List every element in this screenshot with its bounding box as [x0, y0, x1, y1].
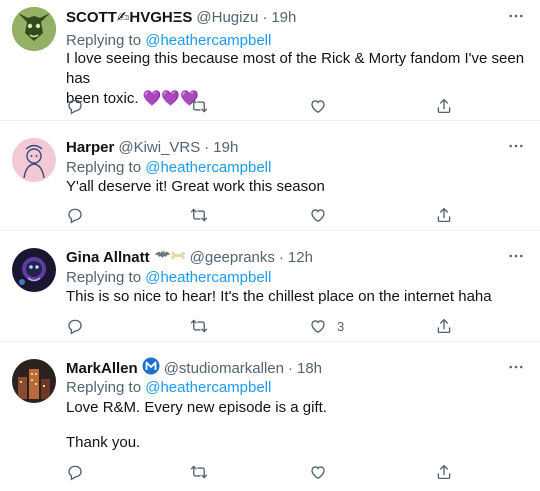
- tweet-text-line: Love R&M. Every new episode is a gift.: [66, 399, 327, 416]
- reply-button[interactable]: [66, 96, 84, 116]
- tweet-reply[interactable]: Gina Allnatt @geepranks · 12h Replying t…: [0, 231, 540, 342]
- tweet-text: Y'all deserve it! Great work this season: [66, 177, 526, 197]
- handle[interactable]: @studiomarkallen: [164, 359, 284, 379]
- handle[interactable]: @Hugizu: [196, 8, 258, 28]
- tweet-text: This is so nice to hear! It's the chille…: [66, 287, 526, 307]
- green-creature-avatar: [12, 7, 56, 51]
- share-button[interactable]: [435, 462, 453, 482]
- like-button[interactable]: [309, 205, 337, 225]
- more-icon[interactable]: [506, 246, 526, 266]
- timestamp[interactable]: 12h: [288, 248, 313, 268]
- tweet-text-line: I love seeing this because most of the R…: [66, 50, 525, 87]
- replying-to-label: Replying to: [66, 32, 146, 49]
- avatar[interactable]: [12, 138, 56, 182]
- replying-to: Replying to @heathercampbell: [66, 268, 271, 288]
- pink-sketch-avatar: [12, 138, 56, 182]
- reply-button[interactable]: [66, 462, 84, 482]
- share-icon: [437, 207, 451, 223]
- like-icon: [311, 209, 325, 223]
- display-name[interactable]: Harper: [66, 138, 114, 158]
- display-name[interactable]: Gina Allnatt: [66, 248, 150, 268]
- timestamp[interactable]: 19h: [271, 8, 296, 28]
- dark-purple-avatar: [12, 248, 56, 292]
- share-icon: [437, 98, 451, 114]
- tweet-text-line: Thank you.: [66, 434, 141, 451]
- reply-icon: [68, 465, 82, 481]
- separator-dot: ·: [278, 249, 284, 266]
- reply-icon: [68, 319, 82, 335]
- retweet-button[interactable]: [190, 462, 208, 482]
- replying-to-label: Replying to: [66, 379, 146, 396]
- tweet-actions: [66, 96, 451, 116]
- tweet-actions: [66, 205, 451, 225]
- replying-to: Replying to @heathercampbell: [66, 378, 271, 398]
- share-button[interactable]: [435, 96, 453, 116]
- timestamp[interactable]: 19h: [213, 138, 238, 158]
- avatar[interactable]: [12, 359, 56, 403]
- tweet-actions: 3: [66, 316, 451, 336]
- handle[interactable]: @Kiwi_VRS: [118, 138, 200, 158]
- retweet-icon: [190, 208, 208, 222]
- dark-city-avatar: [12, 359, 56, 403]
- display-name[interactable]: SCOTT✍HVGHΞS: [66, 8, 192, 28]
- share-icon: [437, 318, 451, 334]
- handle[interactable]: @geepranks: [190, 248, 275, 268]
- separator-dot: ·: [204, 139, 210, 156]
- retweet-icon: [190, 319, 208, 333]
- tweet-actions: [66, 462, 451, 482]
- retweet-icon: [190, 465, 208, 479]
- mention-link[interactable]: @heathercampbell: [145, 32, 271, 49]
- like-button[interactable]: 3: [309, 316, 344, 336]
- replying-to-label: Replying to: [66, 159, 146, 176]
- tweet-reply[interactable]: SCOTT✍HVGHΞS @Hugizu · 19h Replying to @…: [0, 0, 540, 121]
- replying-to: Replying to @heathercampbell: [66, 31, 271, 51]
- share-button[interactable]: [435, 316, 453, 336]
- tweet-text-line: This is so nice to hear! It's the chille…: [66, 288, 492, 305]
- separator-dot: ·: [287, 360, 293, 377]
- mention-link[interactable]: @heathercampbell: [145, 269, 271, 286]
- like-count: 3: [337, 318, 345, 334]
- bat-bone-emoji-icon: [154, 248, 186, 268]
- retweet-icon: [190, 99, 208, 113]
- reply-button[interactable]: [66, 205, 84, 225]
- tweet-text-line: Y'all deserve it! Great work this season: [66, 178, 325, 195]
- display-name[interactable]: MarkAllen: [66, 359, 138, 379]
- retweet-button[interactable]: [190, 205, 208, 225]
- avatar[interactable]: [12, 7, 56, 51]
- separator-dot: ·: [262, 9, 268, 26]
- like-icon: [311, 100, 325, 114]
- reply-icon: [68, 99, 82, 115]
- more-icon[interactable]: [506, 136, 526, 156]
- tweet-reply[interactable]: Harper @Kiwi_VRS · 19h Replying to @heat…: [0, 121, 540, 231]
- like-button[interactable]: [309, 96, 337, 116]
- like-icon: [311, 466, 325, 480]
- avatar[interactable]: [12, 248, 56, 292]
- tweet-text: Love R&M. Every new episode is a gift. T…: [66, 398, 526, 453]
- share-button[interactable]: [435, 205, 453, 225]
- retweet-button[interactable]: [190, 316, 208, 336]
- reply-icon: [68, 208, 82, 224]
- tweet-reply[interactable]: MarkAllen @studiomarkallen · 18h Replyin…: [0, 342, 540, 491]
- more-icon[interactable]: [506, 6, 526, 26]
- replying-to: Replying to @heathercampbell: [66, 158, 271, 178]
- timestamp[interactable]: 18h: [297, 359, 322, 379]
- like-button[interactable]: [309, 462, 337, 482]
- more-icon[interactable]: [506, 357, 526, 377]
- mention-link[interactable]: @heathercampbell: [145, 379, 271, 396]
- retweet-button[interactable]: [190, 96, 208, 116]
- reply-button[interactable]: [66, 316, 84, 336]
- share-icon: [437, 464, 451, 480]
- mention-link[interactable]: @heathercampbell: [145, 159, 271, 176]
- replying-to-label: Replying to: [66, 269, 146, 286]
- like-icon: [311, 320, 325, 334]
